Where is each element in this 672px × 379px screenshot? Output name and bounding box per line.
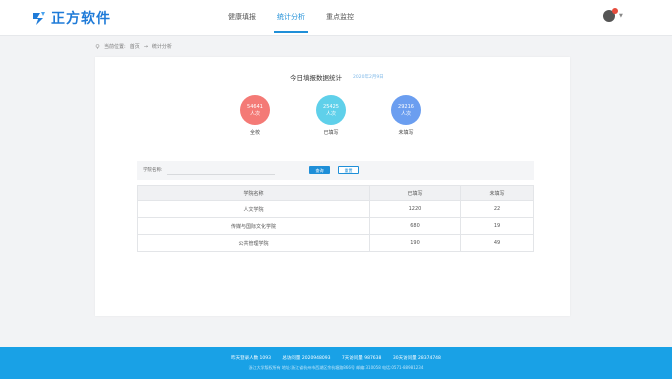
- breadcrumb: 当前位置: 首页 → 统计分析: [95, 43, 172, 50]
- stat-unit: 人次: [400, 111, 411, 117]
- chevron-down-icon[interactable]: ▼: [619, 13, 623, 19]
- footer-stats: 昨天登录人数 1093 总访问量 2020948093 7天访问量 987638…: [0, 355, 672, 361]
- breadcrumb-home[interactable]: 首页: [130, 43, 140, 50]
- breadcrumb-separator: →: [143, 43, 148, 50]
- footer: 昨天登录人数 1093 总访问量 2020948093 7天访问量 987638…: [0, 347, 672, 379]
- location-pin-icon: [95, 44, 100, 49]
- card-title: 今日填报数据统计: [290, 74, 342, 82]
- stat-label-total: 全校: [249, 130, 260, 136]
- column-header-filled: 已填写: [369, 185, 461, 201]
- stat-circle-total: 54641 人次: [240, 95, 270, 125]
- nav-item-statistics[interactable]: 统计分析: [274, 0, 308, 35]
- reset-button[interactable]: 重置: [338, 166, 359, 174]
- footer-stat-7day-visits: 7天访问量 987638: [341, 356, 382, 361]
- filled-count-cell: 1220: [369, 200, 461, 218]
- unfilled-count-cell: 49: [460, 234, 534, 252]
- stat-label-unfilled: 未填写: [398, 130, 414, 136]
- college-name-cell: 公共管理学院: [137, 234, 370, 252]
- unfilled-count-cell: 19: [460, 217, 534, 235]
- college-name-cell: 人文学院: [137, 200, 370, 218]
- college-stats-table: 学院名称 已填写 未填写 人文学院 1220 22 传媒与国际文化学院 680 …: [137, 185, 534, 252]
- breadcrumb-prefix: 当前位置:: [104, 44, 126, 50]
- logo-icon: [33, 12, 45, 25]
- column-header-college: 学院名称: [137, 185, 370, 201]
- stat-label-filled: 已填写: [323, 130, 339, 136]
- search-bar: 学院名称: 查询 重置: [137, 161, 534, 180]
- college-name-cell: 传媒与国际文化学院: [137, 217, 370, 235]
- table-row: 传媒与国际文化学院 680 19: [137, 217, 534, 235]
- footer-stat-yesterday-logins: 昨天登录人数 1093: [231, 356, 271, 361]
- column-header-unfilled: 未填写: [460, 185, 534, 201]
- stat-circle-unfilled: 29216 人次: [391, 95, 421, 125]
- table-row: 人文学院 1220 22: [137, 200, 534, 218]
- college-name-label: 学院名称:: [143, 168, 163, 173]
- filled-count-cell: 190: [369, 234, 461, 252]
- stat-unit: 人次: [249, 111, 260, 117]
- nav-item-health-report[interactable]: 健康填报: [228, 0, 256, 35]
- brand-logo[interactable]: 正方软件: [31, 8, 111, 28]
- footer-stat-30day-visits: 30天访问量 28374748: [392, 356, 441, 361]
- top-bar: 正方软件 健康填报 统计分析 重点监控 ▼: [0, 0, 672, 36]
- footer-stat-total-visits: 总访问量 2020948093: [282, 356, 331, 361]
- notification-badge: [612, 8, 618, 14]
- filled-count-cell: 680: [369, 217, 461, 235]
- stat-unit: 人次: [325, 111, 336, 117]
- brand-name: 正方软件: [51, 11, 111, 27]
- unfilled-count-cell: 22: [460, 200, 534, 218]
- table-header-row: 学院名称 已填写 未填写: [137, 185, 534, 201]
- statistics-card: 今日填报数据统计 2020年2月9日 54641 人次 全校 25425 人次 …: [95, 57, 570, 316]
- main-nav: 健康填报 统计分析 重点监控: [228, 0, 375, 35]
- footer-copyright: 浙江大学版权所有 地址:浙江省杭州市西湖区余杭塘路866号 邮编:310058 …: [248, 365, 424, 370]
- card-date: 2020年2月9日: [353, 75, 384, 80]
- query-button[interactable]: 查询: [309, 166, 330, 174]
- college-name-input[interactable]: [167, 167, 275, 175]
- table-row: 公共管理学院 190 49: [137, 234, 534, 252]
- stat-circle-filled: 25425 人次: [316, 95, 346, 125]
- breadcrumb-current: 统计分析: [151, 44, 172, 50]
- nav-item-key-monitoring[interactable]: 重点监控: [326, 0, 354, 35]
